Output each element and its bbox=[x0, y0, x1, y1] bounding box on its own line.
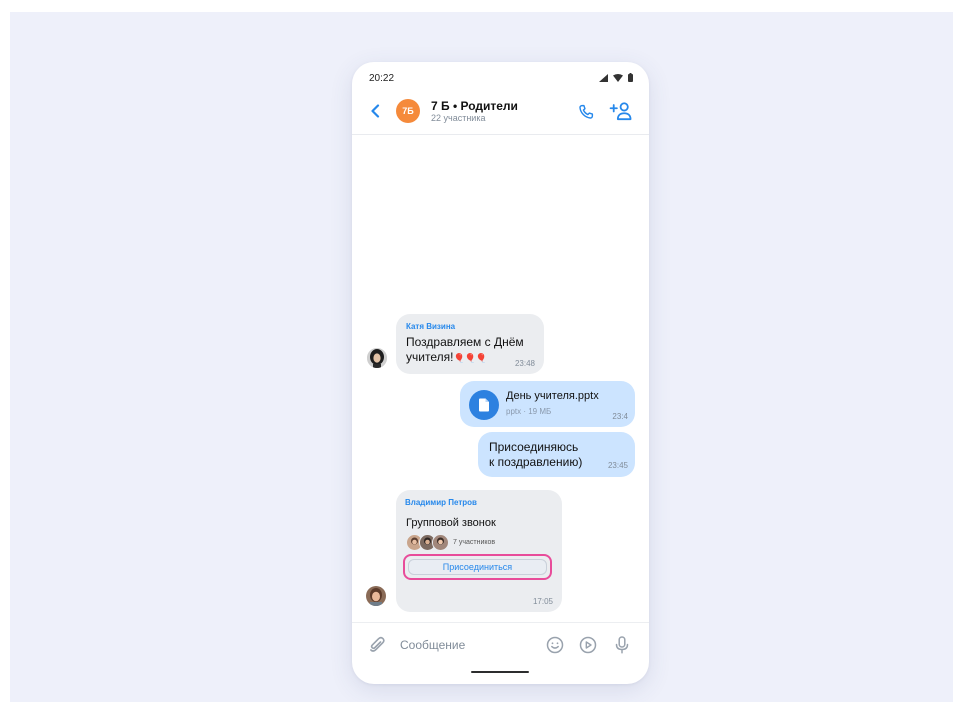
file-name[interactable]: День учителя.pptx bbox=[506, 390, 599, 402]
avatar-portrait-icon bbox=[366, 586, 386, 606]
sender-avatar-vladimir[interactable] bbox=[366, 586, 386, 606]
message-time: 23:4 bbox=[612, 412, 628, 421]
balloon-emoji: 🎈🎈🎈 bbox=[453, 353, 488, 363]
emoji-button[interactable] bbox=[544, 634, 566, 656]
call-participants[interactable]: 7 участников bbox=[406, 534, 495, 551]
status-icons bbox=[599, 73, 633, 82]
background-canvas: 20:22 7Б 7 Б • Родители 22 участника Кат… bbox=[10, 12, 953, 702]
voice-message-button[interactable] bbox=[611, 634, 633, 656]
add-member-button[interactable] bbox=[608, 99, 634, 123]
chat-header: 7Б 7 Б • Родители 22 участника bbox=[352, 90, 649, 135]
message-time: 17:05 bbox=[532, 597, 553, 606]
wifi-icon bbox=[613, 73, 623, 82]
play-circle-icon bbox=[579, 636, 597, 654]
document-icon bbox=[479, 398, 489, 412]
call-title: Групповой звонок bbox=[406, 517, 496, 529]
join-button-highlight: Присоединиться bbox=[403, 554, 552, 580]
join-call-button[interactable]: Присоединиться bbox=[408, 559, 547, 575]
back-button[interactable] bbox=[364, 100, 386, 122]
message-input[interactable] bbox=[400, 635, 520, 655]
participant-count: 7 участников bbox=[453, 539, 496, 546]
file-message-bubble[interactable]: День учителя.pptx pptx · 19 МБ 23:4 bbox=[460, 381, 635, 427]
message-text-line: Поздравляем с Днём bbox=[406, 335, 524, 349]
chat-title[interactable]: 7 Б • Родители bbox=[431, 99, 518, 113]
signal-icon bbox=[599, 73, 608, 82]
status-bar: 20:22 bbox=[352, 62, 649, 90]
phone-icon bbox=[579, 104, 594, 119]
call-button[interactable] bbox=[574, 100, 598, 124]
message-time: 23:45 bbox=[607, 461, 628, 470]
chevron-left-icon bbox=[371, 104, 380, 118]
chat-avatar[interactable]: 7Б bbox=[396, 99, 420, 123]
message-time: 23:48 bbox=[514, 359, 535, 368]
message-sender[interactable]: Катя Визина bbox=[406, 322, 455, 331]
message-text-line: к поздравлению) bbox=[489, 455, 583, 469]
message-bubble[interactable]: Катя Визина Поздравляем с Днём учителя!🎈… bbox=[396, 314, 544, 374]
attach-button[interactable] bbox=[366, 634, 388, 656]
smile-icon bbox=[546, 636, 564, 654]
microphone-icon bbox=[615, 636, 629, 654]
phone-frame: 20:22 7Б 7 Б • Родители 22 участника Кат… bbox=[352, 62, 649, 684]
file-icon[interactable] bbox=[469, 390, 499, 420]
add-user-icon bbox=[609, 102, 632, 121]
chat-member-count: 22 участника bbox=[431, 113, 486, 123]
file-meta: pptx · 19 МБ bbox=[506, 407, 552, 416]
paperclip-icon bbox=[370, 636, 385, 652]
group-call-bubble[interactable]: Владимир Петров Групповой звонок 7 участ… bbox=[396, 490, 562, 612]
battery-icon bbox=[628, 73, 633, 82]
message-sender[interactable]: Владимир Петров bbox=[405, 498, 477, 507]
message-bubble[interactable]: Присоединяюсь к поздравлению) 23:45 bbox=[478, 432, 635, 477]
participant-avatar bbox=[432, 534, 449, 551]
video-message-button[interactable] bbox=[577, 634, 599, 656]
message-composer bbox=[352, 622, 649, 667]
home-indicator[interactable] bbox=[471, 671, 529, 673]
avatar-portrait-icon bbox=[433, 535, 448, 550]
message-text: Присоединяюсь к поздравлению) bbox=[489, 440, 582, 470]
avatar-portrait-icon bbox=[367, 348, 387, 368]
sender-avatar-katya[interactable] bbox=[367, 348, 387, 368]
message-text-part: учителя! bbox=[406, 350, 454, 364]
status-time: 20:22 bbox=[369, 73, 395, 84]
message-text-line: Присоединяюсь bbox=[489, 440, 579, 454]
